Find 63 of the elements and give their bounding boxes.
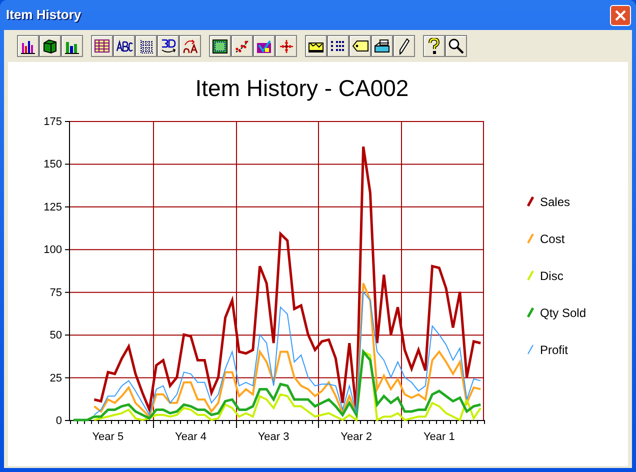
y-tick-label: 75 — [50, 286, 62, 299]
tag-icon — [352, 40, 368, 52]
legend-line-icon — [527, 270, 534, 280]
gridlines-button[interactable] — [135, 35, 157, 57]
letters-icon — [116, 40, 132, 52]
y-tick-label: 150 — [44, 158, 62, 171]
bar-chart-button[interactable] — [17, 35, 39, 57]
copy-chart-button[interactable] — [305, 35, 327, 57]
close-button[interactable] — [610, 4, 631, 26]
3d-rotate-icon — [160, 38, 176, 54]
trend-button[interactable] — [231, 35, 253, 57]
x-tick-label: Year 1 — [423, 431, 455, 443]
bar-chart-icon — [20, 38, 36, 54]
legend-line-icon — [526, 196, 534, 207]
printer-icon — [374, 38, 390, 54]
x-tick-label: Year 2 — [340, 431, 372, 443]
x-tick-label: Year 4 — [175, 431, 206, 443]
color-chart-icon — [256, 38, 272, 54]
y-tick-label: 125 — [44, 201, 62, 214]
legend-line-icon — [527, 234, 534, 244]
pattern-icon — [212, 38, 228, 54]
legend-label: Sales — [540, 195, 570, 209]
window-title: Item History — [6, 6, 82, 24]
grid-icon — [138, 38, 154, 54]
y-tick-label: 175 — [44, 116, 62, 128]
legend-label: Cost — [540, 232, 565, 246]
text-style-button[interactable] — [113, 35, 135, 57]
legend-line-icon — [526, 307, 534, 318]
close-icon — [615, 10, 626, 20]
rotate-text-button[interactable] — [179, 35, 201, 57]
y-tick-label: 25 — [50, 372, 62, 384]
list-icon — [330, 38, 346, 54]
legend-label: Profit — [540, 343, 568, 357]
3d-chart-button[interactable] — [39, 35, 61, 57]
pattern-button[interactable] — [209, 35, 231, 57]
legend-button[interactable] — [327, 35, 349, 57]
y-tick-label: 100 — [44, 244, 62, 256]
crosshair-icon — [278, 38, 294, 54]
table-icon — [94, 39, 110, 53]
legend-line-icon — [528, 344, 534, 354]
help-button[interactable] — [423, 35, 445, 57]
y-tick-label: 50 — [50, 330, 62, 342]
question-mark-icon — [428, 38, 440, 54]
cube-icon — [42, 38, 58, 54]
label-button[interactable] — [349, 35, 371, 57]
search-icon — [448, 38, 464, 54]
chart-title: Item History - CA002 — [195, 75, 409, 101]
pencil-icon — [398, 38, 410, 54]
data-grid-button[interactable] — [91, 35, 113, 57]
3d-view-button[interactable] — [157, 35, 179, 57]
zoom-button[interactable] — [445, 35, 467, 57]
rotate-letters-icon — [182, 38, 198, 54]
edit-button[interactable] — [393, 35, 415, 57]
scatter-icon — [234, 38, 250, 54]
chart-colors-button[interactable] — [253, 35, 275, 57]
legend-label: Disc — [540, 269, 564, 283]
crosshair-button[interactable] — [275, 35, 297, 57]
chart-type-button[interactable] — [61, 35, 83, 57]
x-tick-label: Year 3 — [258, 431, 290, 443]
y-tick-label: 0 — [56, 415, 62, 427]
x-tick-label: Year 5 — [92, 431, 124, 443]
print-button[interactable] — [371, 35, 393, 57]
legend-label: Qty Sold — [540, 306, 586, 320]
